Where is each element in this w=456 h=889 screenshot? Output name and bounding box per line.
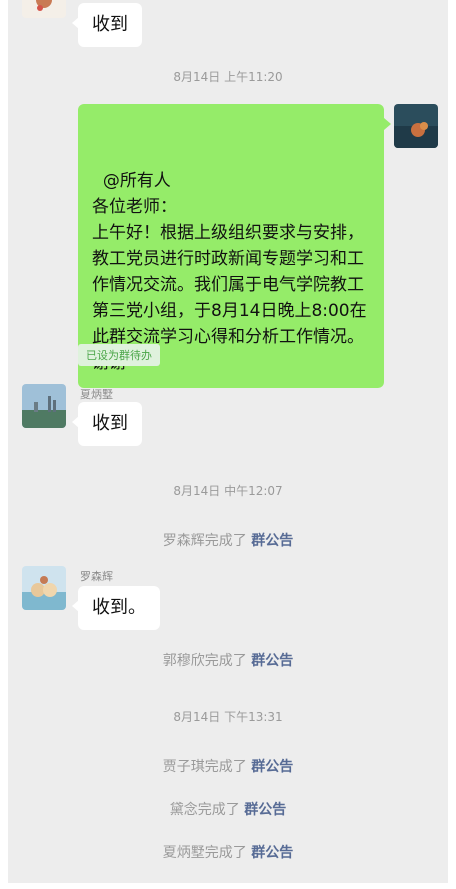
timestamp: 8月14日 中午12:07 [173, 484, 283, 498]
avatar[interactable] [22, 384, 66, 428]
group-notice-link[interactable]: 群公告 [244, 802, 286, 818]
sender-name: 罗森辉 [80, 570, 113, 583]
message-bubble[interactable]: 收到。 [72, 586, 160, 630]
system-notice: 贾子琪完成了 群公告 [162, 759, 294, 775]
avatar[interactable] [22, 566, 66, 610]
group-notice-link[interactable]: 群公告 [251, 653, 293, 669]
timestamp: 8月14日 下午13:31 [173, 710, 283, 724]
group-notice-link[interactable]: 群公告 [251, 533, 293, 549]
message-bubble[interactable]: 收到 [72, 402, 142, 446]
system-notice: 黛念完成了 群公告 [169, 802, 287, 818]
timestamp: 8月14日 上午11:20 [173, 70, 283, 84]
sender-name: 夏炳墅 [80, 388, 113, 401]
avatar[interactable] [22, 0, 66, 18]
avatar[interactable] [394, 104, 438, 148]
message-text: @所有人 各位老师： 上午好！根据上级组织要求与安排，教工党员进行时政新闻专题学… [92, 171, 367, 373]
group-todo-tag[interactable]: 已设为群待办 [78, 344, 160, 366]
system-notice: 夏炳墅完成了 群公告 [162, 845, 294, 861]
group-notice-link[interactable]: 群公告 [251, 845, 293, 861]
message-text: 收到 [92, 14, 128, 35]
message-bubble[interactable]: 收到 [72, 3, 142, 47]
system-notice: 郭穆欣完成了 群公告 [162, 653, 294, 669]
message-text: 收到。 [92, 597, 146, 618]
group-notice-link[interactable]: 群公告 [251, 759, 293, 775]
message-text: 收到 [92, 413, 128, 434]
bottom-edge [0, 883, 456, 889]
system-notice: 罗森辉完成了 群公告 [162, 533, 294, 549]
